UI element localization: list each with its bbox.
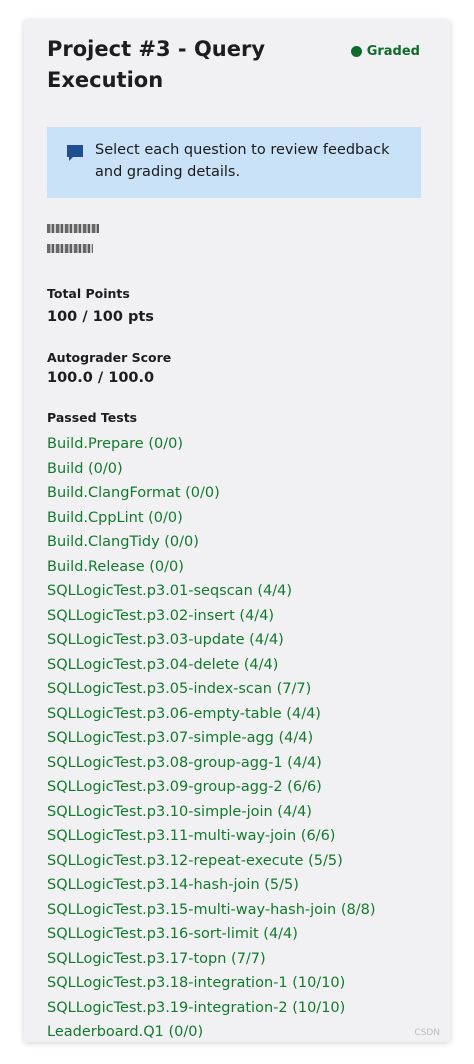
test-result-link[interactable]: SQLLogicTest.p3.19-integration-2 (10/10): [47, 996, 376, 1021]
test-result-link[interactable]: SQLLogicTest.p3.04-delete (4/4): [47, 653, 376, 678]
test-result-link[interactable]: SQLLogicTest.p3.11-multi-way-join (6/6): [47, 824, 376, 849]
status-label: Graded: [366, 44, 420, 59]
test-result-link[interactable]: Build.ClangTidy (0/0): [47, 530, 376, 555]
passed-tests-list: Build.Prepare (0/0) Build (0/0) Build.Clan…: [47, 432, 376, 1042]
test-result-link[interactable]: SQLLogicTest.p3.05-index-scan (7/7): [47, 677, 376, 702]
page-title: Project #3 - Query Execution: [47, 37, 266, 92]
total-points-value: 100 / 100 pts: [47, 309, 154, 325]
test-result-link[interactable]: SQLLogicTest.p3.09-group-agg-2 (6/6): [47, 775, 376, 800]
results-panel: Project #3 - Query Execution Graded Sele…: [24, 20, 450, 1042]
redacted-line: [47, 244, 93, 253]
test-result-link[interactable]: SQLLogicTest.p3.07-simple-agg (4/4): [47, 726, 376, 751]
test-result-link[interactable]: SQLLogicTest.p3.12-repeat-execute (5/5): [47, 849, 376, 874]
autograder-score-value: 100.0 / 100.0: [47, 370, 155, 386]
test-result-link[interactable]: SQLLogicTest.p3.01-seqscan (4/4): [47, 579, 376, 604]
watermark: CSDN: [414, 1028, 440, 1038]
test-result-link[interactable]: SQLLogicTest.p3.17-topn (7/7): [47, 947, 376, 972]
test-result-link[interactable]: Build (0/0): [47, 457, 376, 482]
test-result-link[interactable]: SQLLogicTest.p3.16-sort-limit (4/4): [47, 922, 376, 947]
autograder-score-label: Autograder Score: [47, 350, 172, 365]
status-dot-icon: [350, 46, 362, 57]
test-result-link[interactable]: Build.CppLint (0/0): [47, 506, 376, 531]
test-result-link[interactable]: SQLLogicTest.p3.06-empty-table (4/4): [47, 702, 376, 727]
comment-icon: [67, 145, 83, 161]
notice-text: Select each question to review feedback …: [95, 142, 390, 180]
test-result-link[interactable]: SQLLogicTest.p3.02-insert (4/4): [47, 604, 376, 629]
info-notice: Select each question to review feedback …: [47, 127, 421, 198]
panel-header: Project #3 - Query Execution Graded: [47, 34, 426, 96]
test-result-link[interactable]: SQLLogicTest.p3.14-hash-join (5/5): [47, 873, 376, 898]
total-points-label: Total Points: [47, 286, 130, 301]
redacted-student-info: [47, 224, 99, 264]
test-result-link[interactable]: Leaderboard.Q1 (0/0): [47, 1020, 376, 1042]
test-result-link[interactable]: SQLLogicTest.p3.18-integration-1 (10/10): [47, 971, 376, 996]
test-result-link[interactable]: SQLLogicTest.p3.15-multi-way-hash-join (…: [47, 898, 376, 923]
test-result-link[interactable]: Build.ClangFormat (0/0): [47, 481, 376, 506]
redacted-line: [47, 224, 99, 233]
test-result-link[interactable]: SQLLogicTest.p3.03-update (4/4): [47, 628, 376, 653]
test-result-link[interactable]: SQLLogicTest.p3.08-group-agg-1 (4/4): [47, 751, 376, 776]
passed-tests-label: Passed Tests: [47, 410, 138, 425]
test-result-link[interactable]: Build.Release (0/0): [47, 555, 376, 580]
test-result-link[interactable]: Build.Prepare (0/0): [47, 432, 376, 457]
status-badge: Graded: [350, 44, 420, 59]
test-result-link[interactable]: SQLLogicTest.p3.10-simple-join (4/4): [47, 800, 376, 825]
